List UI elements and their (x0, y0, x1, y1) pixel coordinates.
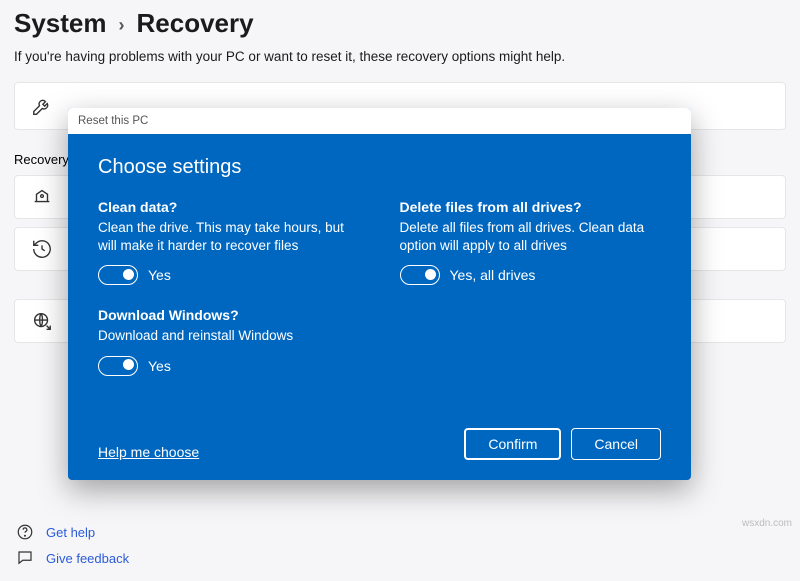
help-icon (16, 523, 34, 541)
feedback-link[interactable]: Give feedback (16, 549, 129, 567)
delete-toggle[interactable] (400, 265, 440, 285)
reset-pc-dialog: Reset this PC Choose settings Clean data… (68, 108, 691, 480)
delete-toggle-label: Yes, all drives (450, 267, 536, 283)
history-icon (31, 238, 53, 260)
globe-arrow-icon (31, 310, 53, 332)
download-desc: Download and reinstall Windows (98, 327, 360, 345)
download-windows-option: Download Windows? Download and reinstall… (98, 307, 360, 375)
page-subtext: If you're having problems with your PC o… (14, 49, 786, 64)
wrench-icon (31, 95, 53, 117)
breadcrumb: System › Recovery (14, 8, 786, 39)
chevron-right-icon: › (119, 15, 125, 36)
get-help-label: Get help (46, 525, 95, 540)
clean-data-toggle-label: Yes (148, 267, 171, 283)
confirm-button[interactable]: Confirm (464, 428, 561, 460)
clean-data-toggle[interactable] (98, 265, 138, 285)
breadcrumb-parent[interactable]: System (14, 8, 107, 39)
download-toggle-label: Yes (148, 358, 171, 374)
delete-desc: Delete all files from all drives. Clean … (400, 219, 662, 255)
dialog-heading: Choose settings (98, 156, 661, 179)
footer-links: Get help Give feedback (16, 515, 129, 567)
dialog-title: Reset this PC (78, 115, 148, 127)
feedback-icon (16, 549, 34, 567)
clean-data-desc: Clean the drive. This may take hours, bu… (98, 219, 360, 255)
delete-title: Delete files from all drives? (400, 199, 662, 215)
clean-data-option: Clean data? Clean the drive. This may ta… (98, 199, 360, 285)
get-help-link[interactable]: Get help (16, 523, 129, 541)
dialog-titlebar: Reset this PC (68, 108, 691, 134)
breadcrumb-current: Recovery (137, 8, 254, 39)
delete-all-drives-option: Delete files from all drives? Delete all… (400, 199, 662, 285)
watermark: wsxdn.com (742, 518, 792, 529)
feedback-label: Give feedback (46, 551, 129, 566)
clean-data-title: Clean data? (98, 199, 360, 215)
download-toggle[interactable] (98, 356, 138, 376)
cancel-button[interactable]: Cancel (571, 428, 661, 460)
help-me-choose-link[interactable]: Help me choose (98, 444, 199, 460)
startup-icon (31, 186, 53, 208)
download-title: Download Windows? (98, 307, 360, 323)
